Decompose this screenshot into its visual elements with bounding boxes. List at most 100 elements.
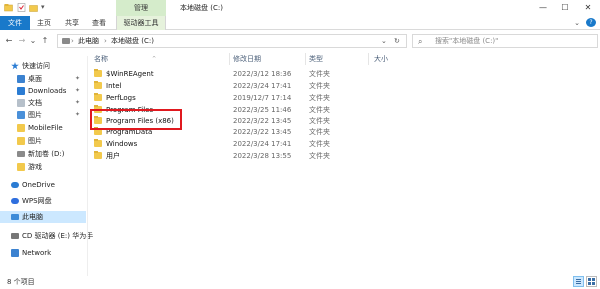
file-date: 2022/3/12 18:36 xyxy=(233,70,292,78)
document-icon xyxy=(17,99,25,107)
file-name: 用户 xyxy=(106,152,120,160)
column-divider[interactable] xyxy=(305,53,306,65)
file-date: 2022/3/24 17:41 xyxy=(233,140,292,148)
folder-icon xyxy=(94,69,102,77)
breadcrumb-local-disk[interactable]: 本地磁盘 (C:) xyxy=(111,35,154,47)
file-type: 文件夹 xyxy=(309,152,330,160)
sidebar-item-label: CD 驱动器 (E:) 华为手 xyxy=(22,232,94,240)
sidebar-item-pictures-folder[interactable]: 图片 xyxy=(0,135,86,147)
sidebar-item-label: WPS网盘 xyxy=(22,197,52,205)
tab-share[interactable]: 共享 xyxy=(59,16,85,30)
pin-icon: ✦ xyxy=(75,87,81,94)
download-icon xyxy=(17,87,25,95)
drive-icon xyxy=(17,151,25,157)
file-row[interactable]: Windows 2022/3/24 17:41 文件夹 xyxy=(92,138,392,150)
column-divider[interactable] xyxy=(368,53,369,65)
file-row[interactable]: 用户 2022/3/28 13:55 文件夹 xyxy=(92,150,392,162)
sidebar-item-network[interactable]: Network xyxy=(0,247,86,259)
sidebar-item-downloads[interactable]: Downloads ✦ xyxy=(0,85,86,97)
tab-home[interactable]: 主页 xyxy=(31,16,57,30)
sidebar-item-this-pc[interactable]: 此电脑 xyxy=(0,211,86,223)
search-placeholder[interactable]: 搜索"本地磁盘 (C:)" xyxy=(435,35,498,47)
breadcrumb-this-pc[interactable]: 此电脑 xyxy=(78,35,99,47)
minimize-button[interactable]: — xyxy=(532,0,554,16)
cd-drive-icon xyxy=(11,233,19,239)
network-icon xyxy=(11,249,19,257)
sidebar-item-label: 文档 xyxy=(28,99,42,107)
large-icons-view-button[interactable] xyxy=(586,276,597,287)
column-type[interactable]: 类型 xyxy=(309,53,323,65)
sidebar-item-label: MobileFile xyxy=(28,124,63,132)
help-icon[interactable]: ? xyxy=(586,18,596,27)
refresh-icon[interactable]: ↻ xyxy=(394,35,400,47)
forward-icon[interactable]: → xyxy=(17,35,27,47)
pin-icon: ✦ xyxy=(75,99,81,106)
file-type: 文件夹 xyxy=(309,70,330,78)
file-date: 2019/12/7 17:14 xyxy=(233,94,292,102)
sidebar-item-quick-access[interactable]: 快速访问 xyxy=(0,60,86,72)
folder-icon xyxy=(17,163,25,171)
column-name[interactable]: 名称 xyxy=(94,53,108,65)
back-icon[interactable]: ← xyxy=(4,35,14,47)
file-row[interactable]: $WinREAgent 2022/3/12 18:36 文件夹 xyxy=(92,68,392,80)
properties-icon[interactable] xyxy=(17,3,26,12)
column-size[interactable]: 大小 xyxy=(374,53,388,65)
maximize-button[interactable]: ☐ xyxy=(554,0,576,16)
sidebar-item-label: 快速访问 xyxy=(22,62,50,70)
sidebar-item-pictures[interactable]: 图片 ✦ xyxy=(0,109,86,121)
close-button[interactable]: ✕ xyxy=(577,0,599,16)
column-headers: 名称 ^ 修改日期 类型 大小 xyxy=(92,53,392,65)
sidebar-item-games[interactable]: 游戏 xyxy=(0,161,86,173)
sidebar-item-drive-d[interactable]: 新加卷 (D:) xyxy=(0,148,86,160)
file-name: $WinREAgent xyxy=(106,70,154,78)
tab-view[interactable]: 查看 xyxy=(86,16,112,30)
navigation-pane: 快速访问 桌面 ✦ Downloads ✦ 文档 ✦ 图片 ✦ MobileFi… xyxy=(0,56,93,272)
app-folder-icon xyxy=(4,3,13,12)
sidebar-item-desktop[interactable]: 桌面 ✦ xyxy=(0,73,86,85)
navigation-bar: ← → ⌄ ↑ › 此电脑 › 本地磁盘 (C:) ⌄ ↻ ⌕ 搜索"本地磁盘 … xyxy=(0,31,600,51)
sidebar-item-onedrive[interactable]: OneDrive xyxy=(0,179,86,191)
file-row[interactable]: Intel 2022/3/24 17:41 文件夹 xyxy=(92,80,392,92)
recent-locations-icon[interactable]: ⌄ xyxy=(28,35,38,47)
file-type: 文件夹 xyxy=(309,94,330,102)
details-view-button[interactable] xyxy=(573,276,584,287)
window-title: 本地磁盘 (C:) xyxy=(180,4,223,12)
search-box[interactable]: ⌕ 搜索"本地磁盘 (C:)" xyxy=(412,34,598,48)
address-bar[interactable]: › 此电脑 › 本地磁盘 (C:) ⌄ ↻ xyxy=(57,34,407,48)
tab-file[interactable]: 文件 xyxy=(0,16,30,30)
sidebar-item-label: 桌面 xyxy=(28,75,42,83)
sidebar-item-cd-drive[interactable]: CD 驱动器 (E:) 华为手 xyxy=(0,230,93,242)
up-icon[interactable]: ↑ xyxy=(40,35,50,47)
pane-divider[interactable] xyxy=(87,56,88,276)
sidebar-item-wps-drive[interactable]: WPS网盘 xyxy=(0,195,86,207)
file-name: PerfLogs xyxy=(106,94,136,102)
column-divider[interactable] xyxy=(229,53,230,65)
expand-ribbon-icon[interactable]: ⌄ xyxy=(572,16,582,30)
sidebar-item-label: Network xyxy=(22,249,52,257)
search-icon: ⌕ xyxy=(418,37,423,46)
sidebar-item-mobilefile[interactable]: MobileFile xyxy=(0,122,86,134)
new-folder-icon[interactable] xyxy=(29,3,38,12)
breadcrumb-separator: › xyxy=(104,37,107,45)
cloud-icon xyxy=(11,198,19,204)
computer-icon xyxy=(11,214,19,220)
folder-icon xyxy=(94,151,102,159)
address-dropdown-icon[interactable]: ⌄ xyxy=(381,35,387,47)
folder-icon xyxy=(94,93,102,101)
file-row[interactable]: PerfLogs 2019/12/7 17:14 文件夹 xyxy=(92,92,392,104)
desktop-icon xyxy=(17,75,25,83)
folder-icon xyxy=(94,81,102,89)
customize-toolbar-icon[interactable]: ▾ xyxy=(41,3,50,12)
computer-icon xyxy=(62,38,70,44)
file-name: Intel xyxy=(106,82,122,90)
sort-indicator-icon: ^ xyxy=(152,56,157,62)
sidebar-item-label: 游戏 xyxy=(28,163,42,171)
breadcrumb-separator: › xyxy=(71,37,74,45)
tab-drive-tools[interactable]: 驱动器工具 xyxy=(116,16,166,30)
column-date[interactable]: 修改日期 xyxy=(233,53,261,65)
context-tab-group: 管理 xyxy=(116,0,166,16)
sidebar-item-documents[interactable]: 文档 ✦ xyxy=(0,97,86,109)
file-type: 文件夹 xyxy=(309,128,330,136)
pin-icon: ✦ xyxy=(75,111,81,118)
sidebar-item-label: OneDrive xyxy=(22,181,55,189)
